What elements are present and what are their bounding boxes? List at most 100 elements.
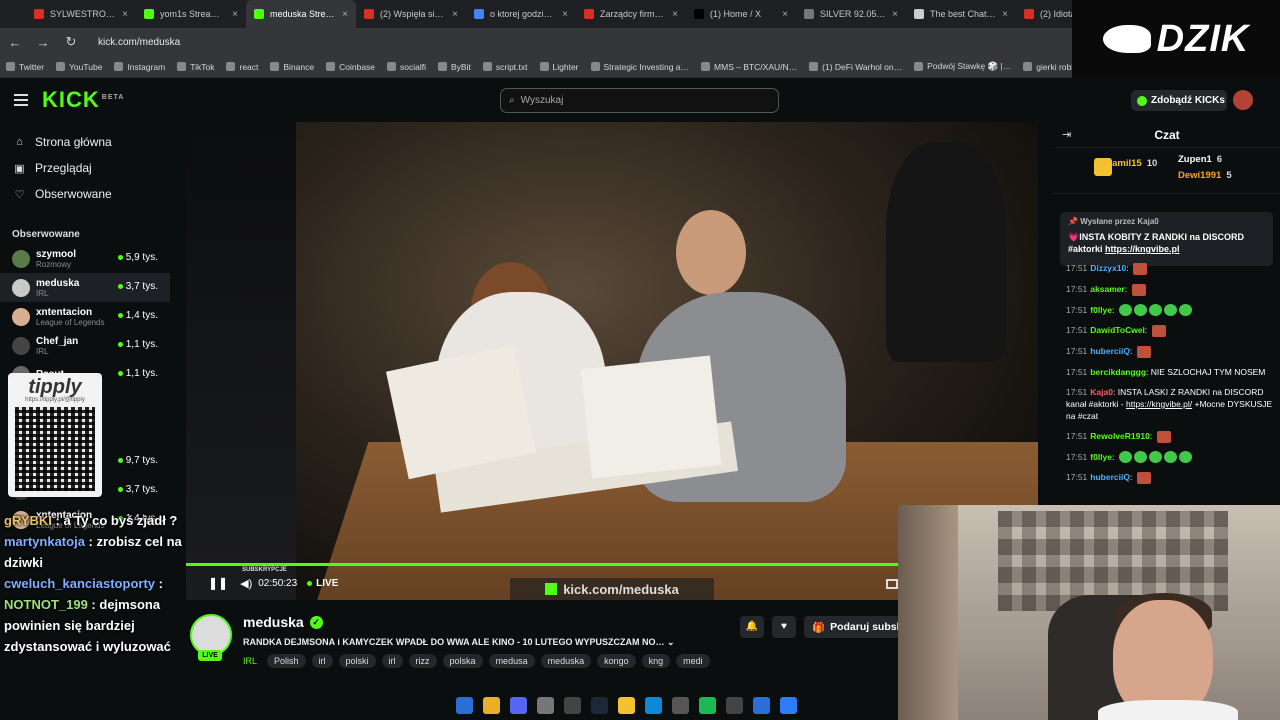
close-icon[interactable]: × — [452, 9, 458, 20]
chat-username[interactable]: Dizzyx10 — [1090, 263, 1126, 273]
chat-username[interactable]: huberciiQ — [1090, 472, 1130, 482]
bookmark-item[interactable]: script.txt — [482, 62, 528, 72]
bookmark-item[interactable]: (1) DeFi Warhol on… — [809, 62, 902, 72]
chat-username[interactable]: f0llye — [1090, 305, 1112, 315]
back-icon[interactable]: ← — [8, 35, 22, 50]
followed-channel[interactable]: Chef_jan IRL 1,1 tys. — [0, 331, 170, 360]
bookmark-item[interactable]: YouTube — [56, 62, 102, 72]
streamer-name[interactable]: meduska ✓ — [243, 614, 323, 630]
stream-tag[interactable]: medi — [676, 654, 710, 668]
close-icon[interactable]: × — [1002, 9, 1008, 20]
chat-username[interactable]: DawidToCwel — [1090, 325, 1145, 335]
spotify-icon[interactable] — [699, 696, 716, 714]
bookmark-item[interactable]: Twitter — [6, 62, 44, 72]
stream-tag[interactable]: kongo — [597, 654, 636, 668]
bookmark-item[interactable]: MMS – BTC/XAU/N… — [701, 62, 797, 72]
fullscreen-icon[interactable] — [886, 579, 898, 589]
bookmark-item[interactable]: react — [226, 62, 258, 72]
bookmark-item[interactable]: ByBit — [438, 62, 471, 72]
menu-icon[interactable] — [14, 94, 28, 106]
collapse-chat-icon[interactable]: ⇥ — [1062, 128, 1071, 141]
obs-icon[interactable] — [564, 696, 581, 714]
browser-tab[interactable]: SYLWESTROWA S… × — [26, 0, 136, 28]
follow-heart-icon[interactable]: ♥ — [772, 616, 796, 638]
close-icon[interactable]: × — [672, 9, 678, 20]
stream-tag[interactable]: Polish — [267, 654, 306, 668]
bookmark-item[interactable]: Lighter — [539, 62, 579, 72]
browser-tab[interactable]: yom1s Stream - W × — [136, 0, 246, 28]
windows-icon[interactable] — [456, 696, 473, 714]
stream-tag[interactable]: irl — [311, 654, 333, 668]
bookmark-item[interactable]: Podwój Stawkę 🎲 |… — [914, 61, 1011, 72]
close-icon[interactable]: × — [342, 9, 348, 20]
browser-tab[interactable]: SILVER 92.0580 ▼ × — [796, 0, 906, 28]
app2-icon[interactable] — [753, 696, 770, 714]
stream-tag[interactable]: irl — [381, 654, 403, 668]
get-kicks-button[interactable]: Zdobądź KICKs — [1131, 90, 1227, 111]
notes-icon[interactable] — [780, 696, 797, 714]
browser-tab[interactable]: The best ChatBot … × — [906, 0, 1016, 28]
chat-time: 17:51 — [1066, 283, 1088, 294]
sidebar-nav-item[interactable]: ⌂ Strona główna — [0, 129, 170, 155]
chat-username[interactable]: huberciiQ — [1090, 346, 1130, 356]
chat-username[interactable]: bercikdanggg — [1090, 367, 1146, 377]
close-icon[interactable]: × — [782, 9, 788, 20]
url-field[interactable]: kick.com/meduska — [98, 37, 180, 48]
search-input[interactable]: ⌕ Wyszukaj — [500, 88, 779, 113]
chrome-icon[interactable] — [483, 696, 500, 714]
gift-sub-button[interactable]: 🎁 Podaruj subsk — [804, 616, 900, 638]
folder-icon[interactable] — [618, 696, 635, 714]
browser-tab[interactable]: meduska Strea… × — [246, 0, 356, 28]
followed-channel[interactable]: xntentacion League of Legends 1,4 tys. — [0, 302, 170, 331]
bookmark-item[interactable]: Instagram — [114, 62, 165, 72]
emote-icon — [1118, 451, 1132, 464]
sidebar-nav-item[interactable]: ▣ Przeglądaj — [0, 155, 170, 181]
category-link[interactable]: IRL — [243, 654, 261, 668]
bookmark-item[interactable]: Strategic Investing a… — [590, 62, 689, 72]
stream-tag[interactable]: medusa — [488, 654, 535, 668]
bookmark-item[interactable]: Coinbase — [326, 62, 375, 72]
chat-username[interactable]: Kaja0 — [1090, 387, 1113, 397]
sidebar-nav-item[interactable]: ♡ Obserwowane — [0, 181, 170, 207]
pause-icon[interactable]: ❚❚ — [208, 576, 228, 590]
discord-icon[interactable] — [510, 696, 527, 714]
stream-tag[interactable]: polski — [338, 654, 376, 668]
chat-username[interactable]: aksamer — [1090, 284, 1125, 294]
stream-tag[interactable]: polska — [442, 654, 483, 668]
browser-tab[interactable]: (2) Wspięła się na… × — [356, 0, 466, 28]
tab-title: yom1s Stream - W — [160, 9, 226, 19]
pinned-message[interactable]: 📌 Wysłane przez Kaja0 💗INSTA KOBITY Z RA… — [1060, 212, 1273, 266]
browser-tab[interactable]: Zarządcy firmy z G… × — [576, 0, 686, 28]
chat-link[interactable]: https://kngvibe.pl/ — [1126, 399, 1192, 409]
bookmark-item[interactable]: TikTok — [177, 62, 214, 72]
chat-username[interactable]: RewolveR1910 — [1090, 431, 1150, 441]
user-avatar[interactable] — [1233, 90, 1253, 110]
webcam-overlay — [898, 505, 1280, 720]
close-icon[interactable]: × — [232, 9, 238, 20]
reload-icon[interactable]: ↻ — [64, 34, 78, 50]
volume-icon[interactable]: ◀) — [240, 577, 252, 590]
stream-tag[interactable]: meduska — [540, 654, 592, 668]
app-icon[interactable] — [537, 696, 554, 714]
followed-channel[interactable]: szymool Rozmowy 5,9 tys. — [0, 244, 170, 273]
close-icon[interactable]: × — [562, 9, 568, 20]
browser-tab[interactable]: o ktorej godzinie … × — [466, 0, 576, 28]
expand-icon[interactable]: ⌄ — [667, 637, 675, 647]
close-icon[interactable]: × — [892, 9, 898, 20]
edge-icon[interactable] — [645, 696, 662, 714]
browser-tab[interactable]: (1) Home / X × — [686, 0, 796, 28]
stream-tag[interactable]: rizz — [408, 654, 437, 668]
forward-icon[interactable]: → — [36, 35, 50, 50]
bookmark-item[interactable]: Binance — [270, 62, 314, 72]
stream-tag[interactable]: kng — [641, 654, 671, 668]
steam-icon[interactable] — [591, 696, 608, 714]
pinned-link[interactable]: https://kngvibe.pl — [1105, 244, 1180, 254]
followed-channel[interactable]: meduska IRL 3,7 tys. — [0, 273, 170, 302]
chat-username[interactable]: f0llye — [1090, 452, 1112, 462]
close-icon[interactable]: × — [122, 9, 128, 20]
kick-logo[interactable]: KICK BETA — [42, 87, 124, 113]
media-icon[interactable] — [726, 696, 743, 714]
network-icon[interactable] — [672, 696, 689, 714]
bookmark-item[interactable]: socialfi — [387, 62, 426, 72]
bell-icon[interactable]: 🔔 — [740, 616, 764, 638]
